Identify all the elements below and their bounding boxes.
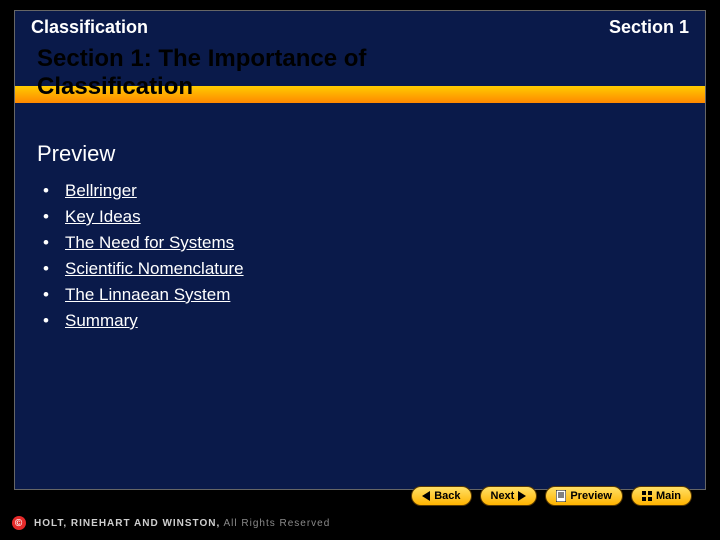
next-label: Next [491,490,515,502]
copyright-brand: HOLT, RINEHART AND WINSTON, [34,518,220,529]
list-item: • The Linnaean System [43,285,244,305]
next-button[interactable]: Next [480,486,538,506]
page-title: Section 1: The Importance of Classificat… [37,45,417,100]
bullet-icon: • [43,311,65,331]
triangle-right-icon [518,491,526,501]
list-item: • Scientific Nomenclature [43,259,244,279]
bullet-icon: • [43,233,65,253]
chapter-label: Classification [31,17,148,38]
link-summary[interactable]: Summary [65,311,138,331]
triangle-left-icon [422,491,430,501]
link-need-for-systems[interactable]: The Need for Systems [65,233,234,253]
link-scientific-nomenclature[interactable]: Scientific Nomenclature [65,259,244,279]
nav-bar: Back Next Preview Main [14,484,706,508]
grid-icon [642,491,652,501]
slide: Classification Section 1 Section 1: The … [14,10,706,490]
copyright-icon: © [12,516,26,530]
page-icon [556,490,566,502]
bullet-icon: • [43,181,65,201]
preview-button[interactable]: Preview [545,486,623,506]
list-item: • Summary [43,311,244,331]
main-button[interactable]: Main [631,486,692,506]
copyright-tail: All Rights Reserved [220,518,330,529]
bullet-icon: • [43,259,65,279]
preview-list: • Bellringer • Key Ideas • The Need for … [43,181,244,337]
section-label: Section 1 [609,17,689,38]
list-item: • The Need for Systems [43,233,244,253]
copyright-text: HOLT, RINEHART AND WINSTON, All Rights R… [34,518,330,529]
bullet-icon: • [43,285,65,305]
back-button[interactable]: Back [411,486,471,506]
copyright: © HOLT, RINEHART AND WINSTON, All Rights… [12,516,330,530]
back-label: Back [434,490,460,502]
subheading: Preview [37,141,115,167]
bullet-icon: • [43,207,65,227]
link-bellringer[interactable]: Bellringer [65,181,137,201]
list-item: • Key Ideas [43,207,244,227]
link-linnaean-system[interactable]: The Linnaean System [65,285,230,305]
list-item: • Bellringer [43,181,244,201]
slide-header: Classification Section 1 [15,11,705,38]
link-key-ideas[interactable]: Key Ideas [65,207,141,227]
preview-label: Preview [570,490,612,502]
main-label: Main [656,490,681,502]
